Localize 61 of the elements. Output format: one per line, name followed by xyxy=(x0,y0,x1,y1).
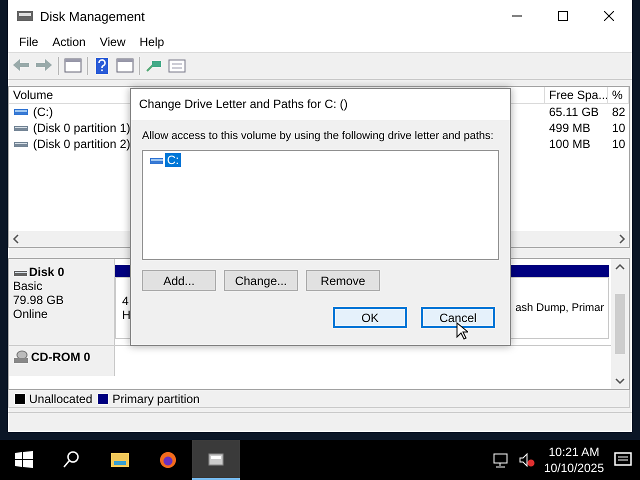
disk-name: Disk 0 xyxy=(29,265,64,279)
dialog-prompt: Allow access to this volume by using the following drive letter and paths: xyxy=(142,130,495,142)
volume-name: (Disk 0 partition 1) xyxy=(33,120,130,136)
table-cell-text: 100 MB xyxy=(548,136,592,152)
scroll-right-icon[interactable] xyxy=(618,234,626,244)
menu-item[interactable]: View xyxy=(92,35,132,49)
drive-icon xyxy=(13,123,29,133)
taskbar-button[interactable] xyxy=(192,440,240,480)
clock-time[interactable]: 10:21 AM xyxy=(548,444,600,460)
table-cell-text: 10 xyxy=(611,136,626,152)
vertical-scrollbar[interactable] xyxy=(611,259,629,389)
legend-label: Unallocated xyxy=(29,392,92,406)
drive-icon xyxy=(149,156,163,164)
disk-info: Online xyxy=(13,307,49,321)
folder-icon xyxy=(110,450,130,470)
help-icon[interactable] xyxy=(93,57,111,75)
partition-info: H xyxy=(122,308,132,322)
drive-icon xyxy=(13,107,29,117)
list-icon[interactable] xyxy=(168,57,186,75)
menu-item[interactable]: File xyxy=(12,35,46,49)
close-icon xyxy=(604,11,614,21)
disk-info: 79.98 GB xyxy=(13,293,65,307)
browser-icon xyxy=(158,450,178,470)
disk-drive-icon xyxy=(16,9,34,23)
disk-name: CD-ROM 0 xyxy=(31,350,90,364)
legend-label: Primary partition xyxy=(112,392,200,406)
scroll-down-icon[interactable] xyxy=(615,377,625,385)
scroll-up-icon[interactable] xyxy=(615,263,625,271)
menu-item[interactable]: Help xyxy=(132,35,172,49)
maximize-icon xyxy=(558,11,568,21)
clock-date[interactable]: 10/10/2025 xyxy=(544,460,604,476)
window-title: Disk Management xyxy=(40,8,146,24)
dialog-title: Change Drive Letter and Paths for C: () xyxy=(131,89,510,120)
dialog-button[interactable]: Cancel xyxy=(421,307,495,328)
network-icon[interactable] xyxy=(492,452,510,468)
menu-item[interactable]: Action xyxy=(45,35,93,49)
drive-icon xyxy=(13,139,29,149)
cd-drive-icon xyxy=(13,350,29,364)
dialog-button[interactable]: Change... xyxy=(224,270,298,291)
table-cell-text: 10 xyxy=(611,120,626,136)
mouse-pointer-icon xyxy=(456,322,468,340)
disk-info: Basic xyxy=(13,279,44,293)
partition-info: ash Dump, Primar xyxy=(515,302,604,314)
table-cell-text: 65.11 GB xyxy=(548,104,600,120)
column-header[interactable]: % xyxy=(608,87,629,103)
scroll-thumb[interactable] xyxy=(615,294,625,354)
dialog-button[interactable]: OK xyxy=(333,307,407,328)
panel-icon[interactable] xyxy=(116,57,134,75)
dialog-button[interactable]: Add... xyxy=(142,270,216,291)
partition-info: 4 xyxy=(122,294,130,308)
windows-logo-icon xyxy=(14,450,34,470)
table-cell-text: 499 MB xyxy=(548,120,592,136)
volume-name: (C:) xyxy=(33,104,53,120)
panel-icon[interactable] xyxy=(64,57,82,75)
table-cell-text: 82 xyxy=(611,104,626,120)
path-item[interactable]: C: xyxy=(147,153,183,167)
dialog-button[interactable]: Remove xyxy=(306,270,380,291)
scroll-left-icon[interactable] xyxy=(12,234,20,244)
column-header[interactable]: Free Spa... xyxy=(545,87,608,103)
muted-speaker-icon[interactable] xyxy=(518,452,536,468)
volume-name: (Disk 0 partition 2) xyxy=(33,136,130,152)
